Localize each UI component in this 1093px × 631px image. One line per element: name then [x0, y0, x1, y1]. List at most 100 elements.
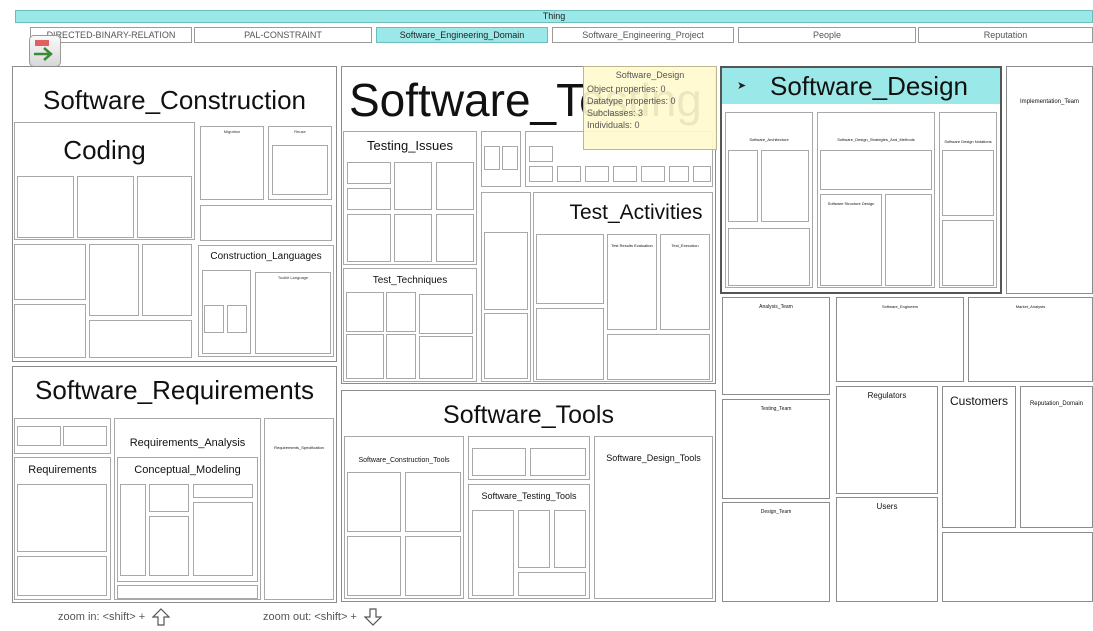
activities-sub-1[interactable] — [536, 234, 604, 304]
req-misc-a[interactable] — [17, 426, 61, 446]
ttools-sub-2[interactable] — [518, 510, 550, 568]
tech-sub-3[interactable] — [419, 294, 473, 334]
conceptual-sub-5[interactable] — [193, 502, 253, 576]
testing-misc-2d[interactable] — [585, 166, 609, 182]
testing-misc-2e[interactable] — [613, 166, 637, 182]
arch-sub-3[interactable] — [728, 228, 810, 286]
testing-misc-2a[interactable] — [529, 146, 553, 162]
design-team-box[interactable]: Design_Team — [722, 502, 830, 602]
construction-sub-b[interactable] — [89, 244, 139, 316]
issues-sub-1[interactable] — [347, 162, 391, 184]
tools-misc-a[interactable] — [472, 448, 526, 476]
analysis-team-box[interactable]: Analysis_Team — [722, 297, 830, 395]
reputation-misc-box[interactable] — [942, 532, 1093, 602]
construction-sub-a[interactable] — [14, 244, 86, 300]
construction-misc-box[interactable] — [200, 205, 332, 241]
conceptual-sub-4[interactable] — [149, 516, 189, 576]
migration-box[interactable]: Migration — [200, 126, 264, 200]
lang-sub-1a[interactable] — [204, 305, 224, 333]
testing-misc-1a[interactable] — [484, 146, 500, 170]
users-box[interactable]: Users — [836, 497, 938, 602]
ctools-sub-1[interactable] — [347, 472, 401, 532]
tools-misc-b[interactable] — [530, 448, 586, 476]
test-results-evaluation-box[interactable]: Test Results Evaluation — [607, 234, 657, 330]
software-engineers-box[interactable]: Software_Engineers — [836, 297, 964, 382]
ttools-sub-4[interactable] — [518, 572, 586, 596]
software-construction-tools-label: Software_Construction_Tools — [358, 457, 450, 464]
testing-column-sub-1[interactable] — [484, 232, 528, 310]
testing-misc-2c[interactable] — [557, 166, 581, 182]
construction-sub-c[interactable] — [142, 244, 192, 316]
tech-sub-4[interactable] — [346, 334, 384, 379]
strategies-sub-1[interactable] — [820, 150, 932, 190]
arch-sub-2[interactable] — [761, 150, 809, 222]
analysis-bottom-box[interactable] — [117, 585, 258, 599]
testing-column-sub-2[interactable] — [484, 313, 528, 379]
software-design-tools-box[interactable]: Software_Design_Tools — [594, 436, 713, 599]
tab-software-engineering-domain[interactable]: Software_Engineering_Domain — [376, 27, 548, 43]
software-structure-design-box[interactable]: Software Structure Design — [820, 194, 882, 286]
testing-misc-1b[interactable] — [502, 146, 518, 170]
issues-sub-2[interactable] — [347, 188, 391, 210]
activities-sub-3[interactable] — [607, 334, 710, 380]
arrow-up-icon[interactable] — [152, 608, 171, 626]
conceptual-sub-1[interactable] — [120, 484, 146, 576]
reputation-domain-box[interactable]: Reputation_Domain — [1020, 386, 1093, 528]
testing-misc-2g[interactable] — [669, 166, 689, 182]
test-execution-box[interactable]: Test_Execution — [660, 234, 710, 330]
issues-sub-4[interactable] — [436, 162, 474, 210]
testing-misc-2h[interactable] — [693, 166, 711, 182]
tech-sub-6[interactable] — [419, 336, 473, 379]
issues-sub-5[interactable] — [347, 214, 391, 262]
issues-sub-7[interactable] — [436, 214, 474, 262]
implementation-team-box[interactable]: Implementation_Team — [1006, 66, 1093, 294]
arrow-down-icon[interactable] — [363, 608, 382, 626]
back-button[interactable] — [29, 35, 61, 67]
tab-pal-constraint[interactable]: PAL-CONSTRAINT — [194, 27, 372, 43]
software-design-header[interactable]: ➤ Software_Design — [722, 68, 1000, 104]
tech-sub-2[interactable] — [386, 292, 416, 332]
root-class-bar[interactable]: Thing — [15, 10, 1093, 23]
tech-sub-5[interactable] — [386, 334, 416, 379]
tab-reputation[interactable]: Reputation — [918, 27, 1093, 43]
issues-sub-3[interactable] — [394, 162, 432, 210]
lang-sub-1b[interactable] — [227, 305, 247, 333]
tab-people[interactable]: People — [738, 27, 916, 43]
activities-sub-2[interactable] — [536, 308, 604, 380]
coding-sub-1[interactable] — [17, 176, 74, 238]
test-techniques-label: Test_Techniques — [372, 275, 448, 286]
coding-sub-2[interactable] — [77, 176, 134, 238]
req-misc-b[interactable] — [63, 426, 107, 446]
ttools-sub-1[interactable] — [472, 510, 514, 596]
tab-software-engineering-project[interactable]: Software_Engineering_Project — [552, 27, 734, 43]
strategies-sub-2[interactable] — [885, 194, 932, 286]
testing-team-box[interactable]: Testing_Team — [722, 399, 830, 499]
regulators-box[interactable]: Regulators — [836, 386, 938, 494]
ctools-sub-4[interactable] — [405, 536, 461, 596]
coding-sub-3[interactable] — [137, 176, 192, 238]
notations-sub-1[interactable] — [942, 150, 994, 216]
customers-label: Customers — [949, 394, 1008, 408]
notations-sub-2[interactable] — [942, 220, 994, 286]
zoom-in-label: zoom in: <shift> + — [58, 610, 146, 623]
requirements-grid-bottom[interactable] — [17, 556, 107, 596]
toolkit-language-box[interactable]: Toolkit Language — [255, 272, 331, 354]
issues-sub-6[interactable] — [394, 214, 432, 262]
conceptual-sub-3[interactable] — [193, 484, 253, 498]
tech-sub-1[interactable] — [346, 292, 384, 332]
conceptual-sub-2[interactable] — [149, 484, 189, 512]
construction-sub-e[interactable] — [89, 320, 192, 358]
market-analysts-box[interactable]: Market_Analysts — [968, 297, 1093, 382]
customers-box[interactable]: Customers — [942, 386, 1016, 528]
requirements-specification-box[interactable]: Requirements_Specification — [264, 418, 334, 600]
tooltip-subclasses: Subclasses: 3 — [587, 108, 644, 118]
ctools-sub-3[interactable] — [347, 536, 401, 596]
requirements-grid[interactable] — [17, 484, 107, 552]
ttools-sub-3[interactable] — [554, 510, 586, 568]
arch-sub-1[interactable] — [728, 150, 758, 222]
ctools-sub-2[interactable] — [405, 472, 461, 532]
reuse-sub[interactable] — [272, 145, 328, 195]
testing-misc-2f[interactable] — [641, 166, 665, 182]
construction-sub-d[interactable] — [14, 304, 86, 358]
testing-misc-2b[interactable] — [529, 166, 553, 182]
